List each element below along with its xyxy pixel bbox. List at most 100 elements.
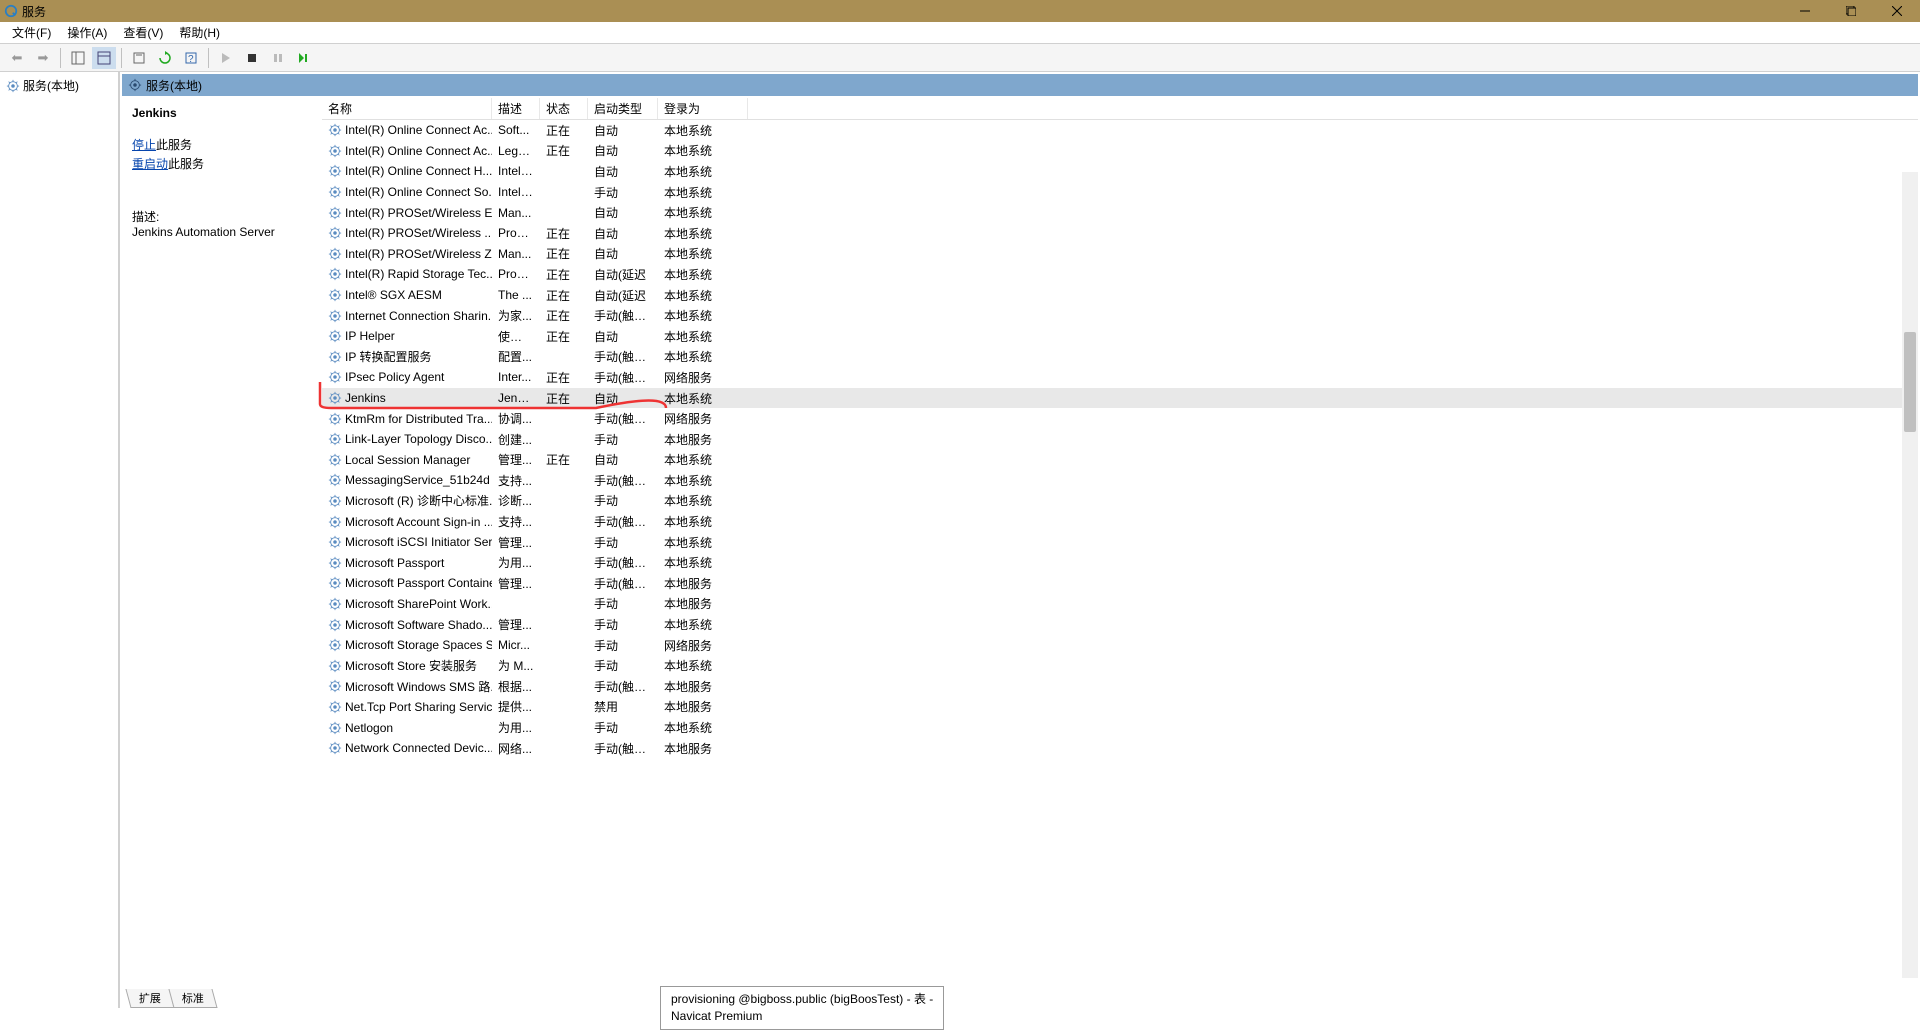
service-startup: 手动(触发... <box>588 347 658 366</box>
service-row[interactable]: JenkinsJenki...正在自动本地系统 <box>322 388 1918 409</box>
service-row[interactable]: Intel(R) PROSet/Wireless Z...Man...正在自动本… <box>322 244 1918 265</box>
service-row[interactable]: Netlogon为用...手动本地系统 <box>322 717 1918 738</box>
col-header-desc[interactable]: 描述 <box>492 98 540 119</box>
service-row[interactable]: Intel(R) PROSet/Wireless E...Man...自动本地系… <box>322 202 1918 223</box>
service-row[interactable]: Microsoft Software Shado...管理...手动本地系统 <box>322 614 1918 635</box>
service-status <box>540 706 588 708</box>
stop-button[interactable] <box>240 47 264 69</box>
tab-extended[interactable]: 扩展 <box>125 989 174 1008</box>
service-startup: 禁用 <box>588 697 658 716</box>
menu-view[interactable]: 查看(V) <box>115 22 171 43</box>
service-desc: Inter... <box>492 369 540 385</box>
service-status <box>540 603 588 605</box>
service-name: Intel(R) Rapid Storage Tec... <box>345 267 492 281</box>
service-desc: 根据... <box>492 677 540 696</box>
close-button[interactable] <box>1874 0 1920 22</box>
service-row[interactable]: Net.Tcp Port Sharing Service提供...禁用本地服务 <box>322 697 1918 718</box>
vertical-scrollbar[interactable] <box>1902 172 1918 978</box>
service-startup: 手动(触发... <box>588 574 658 593</box>
menu-file[interactable]: 文件(F) <box>4 22 59 43</box>
col-header-name[interactable]: 名称 <box>322 98 492 119</box>
col-header-logon[interactable]: 登录为 <box>658 98 748 119</box>
service-row[interactable]: Intel(R) PROSet/Wireless ...Provi...正在自动… <box>322 223 1918 244</box>
service-desc: Soft... <box>492 122 540 138</box>
service-logon: 本地系统 <box>658 224 748 243</box>
col-header-startup[interactable]: 启动类型 <box>588 98 658 119</box>
service-status <box>540 644 588 646</box>
nav-back-button[interactable]: ⬅ <box>5 47 29 69</box>
help-button[interactable]: ? <box>179 47 203 69</box>
gear-icon <box>328 391 342 405</box>
service-row[interactable]: Microsoft SharePoint Work...手动本地服务 <box>322 594 1918 615</box>
col-header-status[interactable]: 状态 <box>540 98 588 119</box>
service-name: Intel(R) PROSet/Wireless ... <box>345 226 492 240</box>
service-status <box>540 541 588 543</box>
restart-service-link[interactable]: 重启动 <box>132 157 168 171</box>
service-status <box>540 562 588 564</box>
service-row[interactable]: IP 转换配置服务配置...手动(触发...本地系统 <box>322 347 1918 368</box>
service-row[interactable]: Microsoft Account Sign-in ...支持...手动(触发.… <box>322 511 1918 532</box>
service-row[interactable]: Microsoft Storage Spaces SMicr...手动网络服务 <box>322 635 1918 656</box>
service-status: 正在 <box>540 286 588 305</box>
play-button[interactable] <box>214 47 238 69</box>
detail-view-button[interactable] <box>92 47 116 69</box>
service-desc: 管理... <box>492 450 540 469</box>
service-row[interactable]: IPsec Policy AgentInter...正在手动(触发...网络服务 <box>322 367 1918 388</box>
service-logon: 本地系统 <box>658 347 748 366</box>
service-row[interactable]: Intel(R) Rapid Storage Tec...Provi...正在自… <box>322 264 1918 285</box>
service-desc: 管理... <box>492 615 540 634</box>
tree-root-item[interactable]: 服务(本地) <box>2 76 116 95</box>
refresh-button[interactable] <box>153 47 177 69</box>
right-pane-header: 服务(本地) <box>122 74 1918 96</box>
show-hide-button[interactable] <box>66 47 90 69</box>
service-status <box>540 500 588 502</box>
tab-standard[interactable]: 标准 <box>168 989 217 1008</box>
service-row[interactable]: Microsoft (R) 诊断中心标准...诊断...手动本地系统 <box>322 491 1918 512</box>
service-row[interactable]: KtmRm for Distributed Tra...协调...手动(触发..… <box>322 408 1918 429</box>
service-row[interactable]: Microsoft Windows SMS 路...根据...手动(触发...本… <box>322 676 1918 697</box>
service-logon: 本地系统 <box>658 286 748 305</box>
scrollbar-thumb[interactable] <box>1904 332 1916 432</box>
service-row[interactable]: Internet Connection Sharin...为家...正在手动(触… <box>322 305 1918 326</box>
service-row[interactable]: Local Session Manager管理...正在自动本地系统 <box>322 450 1918 471</box>
service-row[interactable]: IP Helper使用 ...正在自动本地系统 <box>322 326 1918 347</box>
selected-service-name: Jenkins <box>132 106 312 120</box>
service-name: IP 转换配置服务 <box>345 348 431 365</box>
service-row[interactable]: Microsoft iSCSI Initiator Ser...管理...手动本… <box>322 532 1918 553</box>
pause-button[interactable] <box>266 47 290 69</box>
minimize-button[interactable] <box>1782 0 1828 22</box>
console-tree: 服务(本地) <box>0 72 120 1008</box>
service-row[interactable]: MessagingService_51b24d支持...手动(触发...本地系统 <box>322 470 1918 491</box>
service-row[interactable]: Intel(R) Online Connect H...Intel(...自动本… <box>322 161 1918 182</box>
gear-icon <box>328 556 342 570</box>
menu-help[interactable]: 帮助(H) <box>171 22 228 43</box>
service-row[interactable]: Intel(R) Online Connect Ac...Soft...正在自动… <box>322 120 1918 141</box>
toolbar-separator <box>60 48 61 68</box>
service-startup: 自动(延迟 <box>588 265 658 284</box>
service-logon: 网络服务 <box>658 409 748 428</box>
service-row[interactable]: Microsoft Passport Container管理...手动(触发..… <box>322 573 1918 594</box>
service-desc: 使用 ... <box>492 327 540 346</box>
service-row[interactable]: Network Connected Devic...网络...手动(触发...本… <box>322 738 1918 759</box>
service-row[interactable]: Microsoft Passport为用...手动(触发...本地系统 <box>322 552 1918 573</box>
service-row[interactable]: Link-Layer Topology Disco...创建...手动本地服务 <box>322 429 1918 450</box>
tree-root-label: 服务(本地) <box>23 77 79 94</box>
gear-icon <box>328 679 342 693</box>
export-button[interactable] <box>127 47 151 69</box>
maximize-button[interactable] <box>1828 0 1874 22</box>
gear-icon <box>328 473 342 487</box>
service-name: Microsoft (R) 诊断中心标准... <box>345 492 492 509</box>
service-row[interactable]: Microsoft Store 安装服务为 M...手动本地系统 <box>322 655 1918 676</box>
menu-action[interactable]: 操作(A) <box>59 22 115 43</box>
nav-forward-button[interactable]: ➡ <box>31 47 55 69</box>
stop-service-link[interactable]: 停止 <box>132 138 156 152</box>
service-row[interactable]: Intel(R) Online Connect Ac...Lega...正在自动… <box>322 141 1918 162</box>
service-logon: 本地服务 <box>658 430 748 449</box>
service-desc <box>492 603 540 605</box>
toolbar-separator <box>121 48 122 68</box>
service-desc: 为用... <box>492 718 540 737</box>
service-row[interactable]: Intel® SGX AESMThe ...正在自动(延迟本地系统 <box>322 285 1918 306</box>
service-row[interactable]: Intel(R) Online Connect So...Intel(...手动… <box>322 182 1918 203</box>
restart-button[interactable] <box>292 47 316 69</box>
service-logon: 本地系统 <box>658 141 748 160</box>
